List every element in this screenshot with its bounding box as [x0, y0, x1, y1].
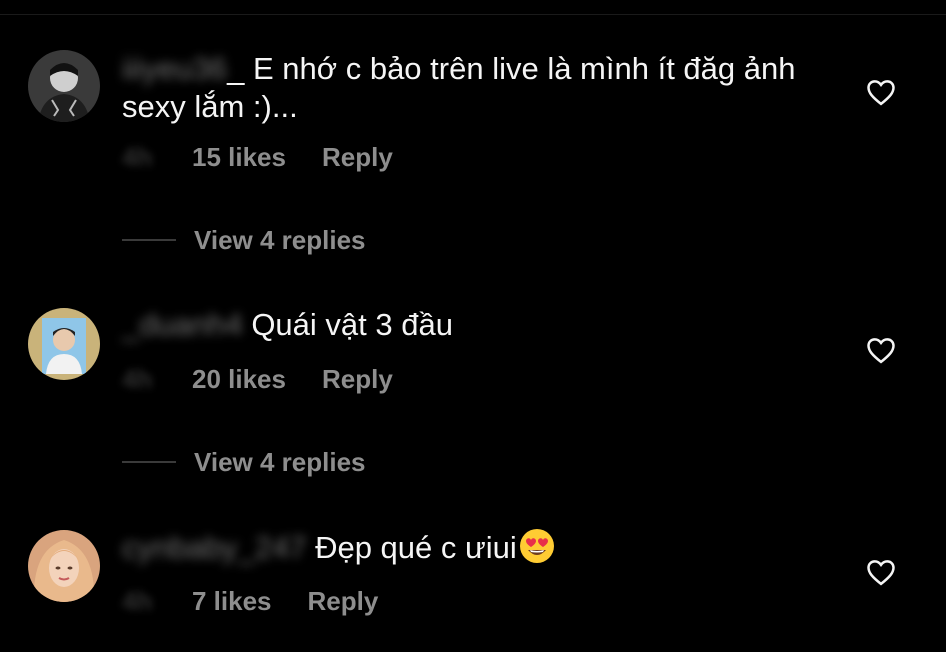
- username[interactable]: iiiyeu36: [122, 51, 227, 86]
- replies-divider: [122, 239, 176, 242]
- view-replies-label[interactable]: View 4 replies: [194, 225, 366, 255]
- heart-eyes-emoji: [519, 529, 554, 563]
- likes-count[interactable]: 20 likes: [192, 364, 286, 395]
- username-suffix[interactable]: _: [227, 51, 244, 86]
- comment-text: cynbaby_247 Đẹp qué c ưiui: [122, 528, 842, 567]
- timestamp: 4h: [122, 142, 153, 172]
- comment-meta: 4h 7 likes Reply: [122, 586, 378, 617]
- heart-outline-icon[interactable]: [866, 336, 896, 364]
- username[interactable]: cynbaby_247: [122, 530, 306, 565]
- comment-text: _duanh4 Quái vật 3 đầu: [122, 306, 842, 344]
- reply-button[interactable]: Reply: [322, 364, 393, 395]
- reply-button[interactable]: Reply: [322, 142, 393, 173]
- heart-outline-icon[interactable]: [866, 558, 896, 586]
- likes-count[interactable]: 7 likes: [192, 586, 272, 617]
- avatar[interactable]: [28, 530, 100, 602]
- username[interactable]: _duanh4: [122, 307, 243, 342]
- comment-body: Quái vật 3 đầu: [251, 307, 453, 342]
- view-replies-label[interactable]: View 4 replies: [194, 447, 366, 477]
- avatar[interactable]: [28, 308, 100, 380]
- reply-button[interactable]: Reply: [308, 586, 379, 617]
- likes-count[interactable]: 15 likes: [192, 142, 286, 173]
- top-divider: [0, 14, 946, 15]
- view-replies-button[interactable]: View 4 replies: [122, 447, 366, 478]
- comment-body: Đẹp qué c ưiui: [315, 530, 517, 565]
- view-replies-button[interactable]: View 4 replies: [122, 225, 366, 256]
- comment-meta: 4h 15 likes Reply: [122, 142, 393, 173]
- comment-text: iiiyeu36_ E nhớ c bảo trên live là mình …: [122, 50, 802, 126]
- comment-meta: 4h 20 likes Reply: [122, 364, 393, 395]
- replies-divider: [122, 461, 176, 464]
- heart-outline-icon[interactable]: [866, 78, 896, 106]
- timestamp: 4h: [122, 364, 153, 394]
- avatar[interactable]: [28, 50, 100, 122]
- timestamp: 4h: [122, 586, 153, 616]
